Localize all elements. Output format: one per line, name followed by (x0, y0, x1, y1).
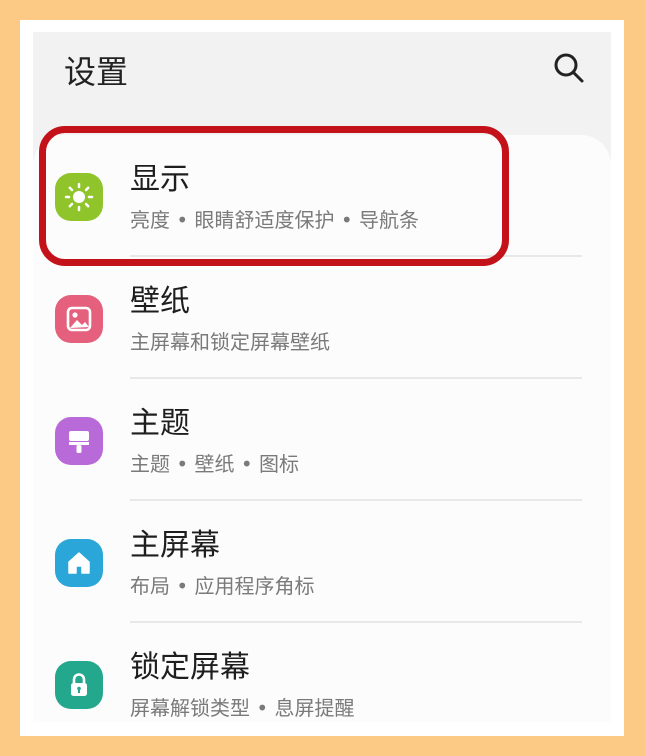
app-bar: 设置 (33, 32, 611, 132)
item-subtitle: 主屏幕和锁定屏幕壁纸 (130, 330, 330, 354)
item-subtitle: 屏幕解锁类型 • 息屏提醒 (130, 696, 355, 720)
highlight-box (39, 126, 509, 266)
item-title: 主题 (130, 406, 190, 441)
paint-brush-icon (55, 417, 103, 465)
item-subtitle: 布局 • 应用程序角标 (130, 574, 315, 598)
item-title: 壁纸 (130, 284, 190, 319)
page-title: 设置 (64, 53, 129, 91)
home-icon (55, 539, 103, 587)
item-title: 主屏幕 (130, 528, 220, 563)
list-item-home-screen[interactable]: 主屏幕 布局 • 应用程序角标 (33, 501, 611, 623)
item-subtitle: 主题 • 壁纸 • 图标 (130, 452, 300, 476)
lock-icon (55, 661, 103, 709)
list-item-wallpaper[interactable]: 壁纸 主屏幕和锁定屏幕壁纸 (33, 257, 611, 379)
list-item-lock-screen[interactable]: 锁定屏幕 屏幕解锁类型 • 息屏提醒 (33, 623, 611, 722)
image-icon (55, 295, 103, 343)
list-item-themes[interactable]: 主题 主题 • 壁纸 • 图标 (33, 379, 611, 501)
item-title: 锁定屏幕 (130, 650, 250, 685)
search-icon[interactable] (553, 52, 585, 84)
